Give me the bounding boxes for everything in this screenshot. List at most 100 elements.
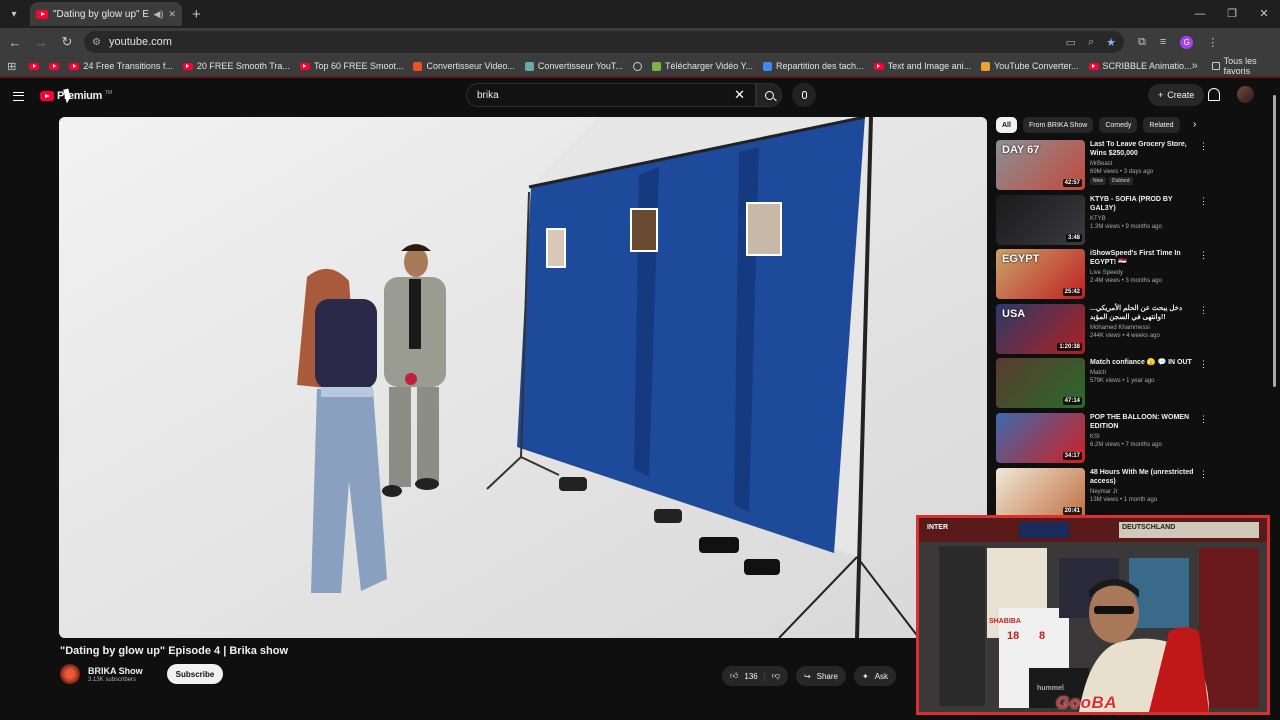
filter-chip[interactable]: Comedy [1099,117,1138,133]
filter-chip[interactable]: All [996,117,1017,133]
recommendation-item[interactable]: EGYPT 25:42 iShowSpeed's First Time In EGY… [996,249,1212,304]
like-icon[interactable]: 👍︎ [730,671,738,681]
bookmark-item[interactable]: Text and Image ani... [873,61,971,71]
apps-grid-icon[interactable]: ⊞ [4,60,19,73]
bookmark-item[interactable]: 24 Free Transitions f... [69,61,173,71]
all-bookmarks-folder[interactable]: Tous les favoris [1211,56,1270,76]
video-thumbnail[interactable]: 47:14 [996,358,1085,409]
recommendation-channel[interactable]: Mohamed Khammessi [1090,324,1198,332]
bookmark-item[interactable]: YouTube Converter... [981,61,1079,71]
bookmark-item[interactable]: Convertisseur YouT... [524,61,623,71]
close-window-button[interactable]: ✕ [1248,0,1280,28]
minimize-button[interactable]: — [1184,0,1216,28]
bookmark-item[interactable] [29,62,40,70]
divider: | [763,671,766,681]
video-thumbnail[interactable]: EGYPT 25:42 [996,249,1085,300]
more-actions-icon[interactable]: ⋮ [1199,305,1208,314]
create-button[interactable]: + Create [1148,84,1205,106]
more-actions-icon[interactable]: ⋮ [1199,414,1208,423]
recommendation-title[interactable]: iShowSpeed's First Time In EGYPT! 🇪🇬 [1090,249,1198,267]
recommendation-channel[interactable]: KTYB [1090,215,1198,223]
bookmark-item[interactable] [632,61,642,71]
site-info-icon[interactable]: ⚙ [92,37,101,48]
tab-search-button[interactable]: ▾ [4,4,24,24]
video-thumbnail[interactable]: USA 1:20:38 [996,303,1085,354]
share-button[interactable]: ↪ Share [795,666,846,686]
recommendation-item[interactable]: 47:14 Match confiance 🫣 💬 IN OUT Match 579K… [996,358,1212,413]
recommendation-title[interactable]: KTYB - SOFIA (PROD BY GAL3Y) [1090,195,1198,213]
recommendation-title[interactable]: 48 Hours With Me (unrestricted access) [1090,468,1198,486]
browser-menu-icon[interactable]: ⋮ [1207,36,1218,49]
bookmark-item[interactable]: Télécharger Vidéo Y... [651,61,753,71]
back-button[interactable]: ← [4,35,26,50]
restore-button[interactable]: ❐ [1216,0,1248,28]
channel-name[interactable]: BRIKA Show [88,666,143,676]
dislike-icon[interactable]: 👎︎ [772,671,780,681]
notifications-bell-icon[interactable] [1208,88,1220,101]
clear-search-icon[interactable]: ✕ [734,87,745,103]
speaker-icon[interactable]: ◀) [154,9,164,20]
bookmark-item[interactable]: 20 FREE Smooth Tra... [182,61,290,71]
youtube-icon [49,62,60,70]
bookmark-star-icon[interactable]: ★ [1106,36,1116,49]
more-actions-icon[interactable]: ⋮ [1199,360,1208,369]
new-tab-button[interactable]: + [192,6,201,23]
browser-tab-active[interactable]: "Dating by glow up" Episod ◀) ✕ [30,2,182,26]
url-text: youtube.com [108,36,172,48]
like-count[interactable]: 136 [744,672,757,681]
recommendation-item[interactable]: USA 1:20:38 دخل يبحث عن الحلم الأمريكي... … [996,303,1212,359]
menu-icon[interactable] [13,91,24,101]
bookmark-label: Top 60 FREE Smoot... [313,61,404,71]
search-input[interactable]: brika ✕ [466,83,756,107]
close-tab-icon[interactable]: ✕ [168,9,176,20]
subscribe-button[interactable]: Subscribe [166,664,224,684]
recommendation-channel[interactable]: Live Speedy [1090,269,1198,277]
filter-chip[interactable]: Related [1143,117,1180,133]
search-button[interactable] [756,83,782,107]
video-thumbnail[interactable]: DAY 67 42:57 [996,140,1085,190]
reload-button[interactable]: ↻ [56,34,78,50]
more-actions-icon[interactable]: ⋮ [1199,469,1208,478]
recommendation-title[interactable]: Last To Leave Grocery Store, Wins $250,0… [1090,140,1198,158]
profile-avatar[interactable]: G [1180,35,1194,49]
bookmark-item[interactable]: Top 60 FREE Smoot... [299,61,404,71]
bookmark-item[interactable]: SCRIBBLE Animatio... [1088,61,1192,71]
recommendation-item[interactable]: 34:17 POP THE BALLOON: WOMEN EDITION KSI 6.… [996,412,1212,468]
youtube-premium-logo[interactable]: Premium TM [40,90,112,102]
install-app-icon[interactable]: ▭ [1066,36,1076,49]
recommendation-channel[interactable]: KSI [1090,433,1198,441]
recommendation-channel[interactable]: Match [1090,369,1198,377]
recommendation-channel[interactable]: Neymar Jr [1090,488,1198,496]
recommendation-channel[interactable]: MrBeast [1090,160,1198,168]
media-controls-icon[interactable]: ≡ [1160,36,1166,48]
more-bookmarks-icon[interactable]: » [1192,60,1198,72]
chevron-right-icon[interactable]: › [1193,119,1196,130]
more-actions-icon[interactable]: ⋮ [1199,251,1208,260]
bookmark-item[interactable] [49,62,60,70]
more-actions-icon[interactable]: ⋮ [1199,196,1208,205]
recommendation-item[interactable]: DAY 67 42:57 Last To Leave Grocery Store, … [996,140,1212,195]
more-actions-icon[interactable]: ⋮ [1199,142,1208,151]
video-thumbnail[interactable]: 3:48 [996,194,1085,245]
bookmark-item[interactable]: Repartition des tach... [763,61,864,71]
zoom-icon[interactable]: ⌕ [1088,36,1094,49]
page-scrollbar[interactable] [1273,95,1276,387]
video-thumbnail[interactable]: 20:41 [996,467,1085,518]
video-player[interactable] [59,117,987,638]
recommendation-title[interactable]: POP THE BALLOON: WOMEN EDITION [1090,413,1198,431]
recommendation-item[interactable]: 20:41 48 Hours With Me (unrestricted acce… [996,467,1212,523]
video-duration: 3:48 [1065,233,1082,242]
recommendation-title[interactable]: Match confiance 🫣 💬 IN OUT [1090,358,1198,367]
channel-avatar[interactable] [60,664,80,684]
address-bar[interactable]: ⚙ youtube.com ▭ ⌕ ★ [84,31,1124,53]
extensions-icon[interactable]: ⧉ [1138,36,1146,49]
forward-button[interactable]: → [30,35,52,50]
recommendation-item[interactable]: 3:48 KTYB - SOFIA (PROD BY GAL3Y) KTYB 1.3M… [996,194,1212,250]
filter-chip[interactable]: From BRIKA Show [1022,117,1094,133]
ask-button[interactable]: ✦ Ask [854,666,897,686]
account-avatar[interactable] [1237,86,1254,103]
recommendation-title[interactable]: دخل يبحث عن الحلم الأمريكي... وانتهى في … [1090,304,1198,322]
bookmark-item[interactable]: Convertisseur Video... [413,61,515,71]
voice-search-button[interactable] [792,83,816,107]
video-thumbnail[interactable]: 34:17 [996,412,1085,463]
